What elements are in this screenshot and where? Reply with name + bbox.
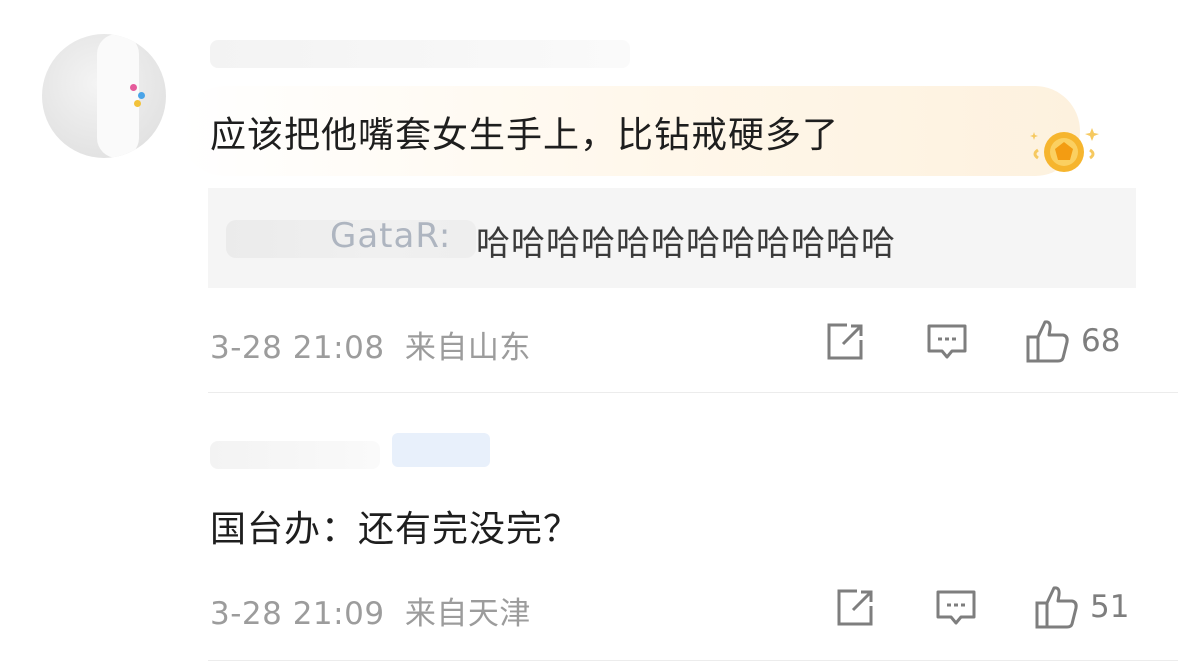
badge-icon bbox=[1030, 128, 1099, 172]
like-icon bbox=[1035, 586, 1078, 629]
like-count: 51 bbox=[1090, 589, 1130, 625]
comment-text: 国台办：还有完没完？ bbox=[210, 509, 581, 550]
reply-text: 哈哈哈哈哈哈哈哈哈哈哈哈 bbox=[476, 224, 896, 264]
location: 来自天津 bbox=[404, 596, 531, 632]
username-masked bbox=[210, 441, 380, 469]
like-count: 68 bbox=[1081, 323, 1121, 359]
user-tag-masked bbox=[392, 433, 490, 467]
location: 来自山东 bbox=[404, 330, 531, 366]
like-button[interactable]: 68 bbox=[1025, 318, 1120, 364]
share-button[interactable] bbox=[835, 588, 875, 628]
like-icon bbox=[1026, 320, 1069, 363]
share-button[interactable] bbox=[825, 322, 865, 362]
comment-text: 应该把他嘴套女生手上，比钻戒硬多了 bbox=[210, 115, 840, 156]
comment-item: 应该把他嘴套女生手上，比钻戒硬多了 GataR: 哈哈哈哈哈哈哈哈哈哈哈哈 3-… bbox=[0, 0, 1178, 392]
comment-button[interactable] bbox=[926, 322, 968, 362]
reply-box[interactable]: GataR: 哈哈哈哈哈哈哈哈哈哈哈哈 bbox=[208, 188, 1136, 288]
reply-username[interactable]: GataR: bbox=[330, 216, 451, 256]
timestamp: 3-28 21:08 bbox=[210, 330, 385, 366]
timestamp: 3-28 21:09 bbox=[210, 596, 385, 632]
share-icon bbox=[827, 323, 863, 360]
comment-meta: 3-28 21:08 来自山东 bbox=[210, 322, 531, 367]
comment-meta: 3-28 21:09 来自天津 bbox=[210, 588, 531, 633]
divider bbox=[208, 660, 1178, 661]
username-masked bbox=[210, 40, 630, 68]
comment-item bbox=[0, 393, 1178, 666]
like-button[interactable]: 51 bbox=[1034, 584, 1129, 630]
avatar[interactable] bbox=[42, 34, 166, 158]
comment-button[interactable] bbox=[935, 588, 977, 628]
share-icon bbox=[837, 589, 873, 626]
comment-icon bbox=[927, 324, 967, 359]
comment-icon bbox=[936, 590, 976, 625]
